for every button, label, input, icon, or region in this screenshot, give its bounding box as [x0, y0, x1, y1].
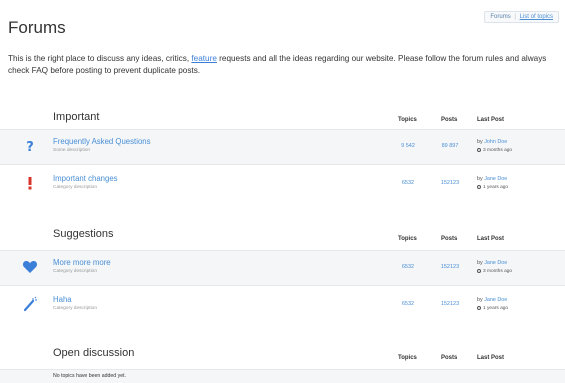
clock-icon	[477, 306, 481, 310]
column-topics-header: Topics	[398, 355, 417, 361]
user-link[interactable]: John Doe	[484, 139, 507, 145]
empty-topics-message: No topics have been added yet.	[53, 373, 126, 379]
forum-description: Category description	[53, 306, 97, 311]
svg-text:?: ?	[26, 140, 34, 154]
empty-topics-row: No topics have been added yet.	[0, 369, 565, 383]
topics-count[interactable]: 9 542	[390, 143, 426, 149]
intro-text: This is the right place to discuss any i…	[8, 53, 558, 76]
heart-icon	[22, 259, 38, 275]
column-last-post-header: Last Post	[477, 236, 505, 242]
time-text: 1 years ago	[483, 185, 509, 190]
last-post-author: by John Doe	[477, 139, 507, 145]
clock-icon	[477, 269, 481, 273]
posts-count[interactable]: 152123	[432, 264, 468, 270]
forum-row[interactable]: Important changes Category description 6…	[0, 167, 565, 201]
column-posts-header: Posts	[441, 355, 458, 361]
posts-count[interactable]: 152123	[432, 301, 468, 307]
column-topics-header: Topics	[398, 236, 417, 242]
topics-count[interactable]: 6532	[390, 180, 426, 186]
forum-name[interactable]: Important changes	[53, 174, 118, 183]
last-post-time: 1 years ago	[477, 185, 508, 190]
nav-list-of-topics-link[interactable]: List of topics	[520, 14, 553, 20]
column-posts-header: Posts	[441, 236, 458, 242]
time-text: 3 months ago	[483, 148, 513, 153]
forum-name[interactable]: Frequently Asked Questions	[53, 137, 151, 146]
forum-row[interactable]: Haha Category description 6532 152123 by…	[0, 288, 565, 322]
magic-wand-icon	[22, 296, 38, 312]
last-post-time: 3 months ago	[477, 269, 512, 274]
section-title-important: Important	[53, 111, 100, 123]
by-label: by	[477, 139, 483, 145]
by-label: by	[477, 176, 483, 182]
section-title-open-discussion: Open discussion	[53, 347, 135, 359]
question-mark-icon: ?	[22, 138, 38, 154]
posts-count[interactable]: 152123	[432, 180, 468, 186]
clock-icon	[477, 148, 481, 152]
column-posts-header: Posts	[441, 117, 458, 123]
time-text: 3 months ago	[483, 269, 513, 274]
forum-description: Some description	[53, 148, 91, 153]
topics-count[interactable]: 6532	[390, 264, 426, 270]
exclamation-icon	[22, 175, 38, 191]
top-nav: Forums | List of topics	[484, 11, 559, 23]
nav-separator: |	[514, 14, 516, 20]
forum-row[interactable]: ? Frequently Asked Questions Some descri…	[0, 129, 565, 165]
by-label: by	[477, 297, 483, 303]
forum-row[interactable]: More more more Category description 6532…	[0, 250, 565, 286]
nav-forums-link[interactable]: Forums	[490, 14, 510, 20]
section-title-suggestions: Suggestions	[53, 228, 114, 240]
column-topics-header: Topics	[398, 117, 417, 123]
user-link[interactable]: Jane Doe	[484, 260, 507, 266]
forum-name[interactable]: Haha	[53, 295, 72, 304]
time-text: 1 years ago	[483, 306, 509, 311]
topics-count[interactable]: 6532	[390, 301, 426, 307]
column-last-post-header: Last Post	[477, 117, 505, 123]
column-last-post-header: Last Post	[477, 355, 505, 361]
by-label: by	[477, 260, 483, 266]
last-post-author: by Jane Doe	[477, 176, 507, 182]
intro-before-link: This is the right place to discuss any i…	[8, 54, 192, 63]
posts-count[interactable]: 89 897	[432, 143, 468, 149]
feature-link[interactable]: feature	[191, 54, 217, 63]
forum-description: Category description	[53, 185, 97, 190]
forum-description: Category description	[53, 269, 97, 274]
user-link[interactable]: Jane Doe	[484, 176, 507, 182]
last-post-time: 3 months ago	[477, 148, 512, 153]
last-post-author: by Jane Doe	[477, 260, 507, 266]
last-post-author: by Jane Doe	[477, 297, 507, 303]
user-link[interactable]: Jane Doe	[484, 297, 507, 303]
forum-name[interactable]: More more more	[53, 258, 111, 267]
last-post-time: 1 years ago	[477, 306, 508, 311]
page-title: Forums	[8, 18, 66, 37]
clock-icon	[477, 185, 481, 189]
